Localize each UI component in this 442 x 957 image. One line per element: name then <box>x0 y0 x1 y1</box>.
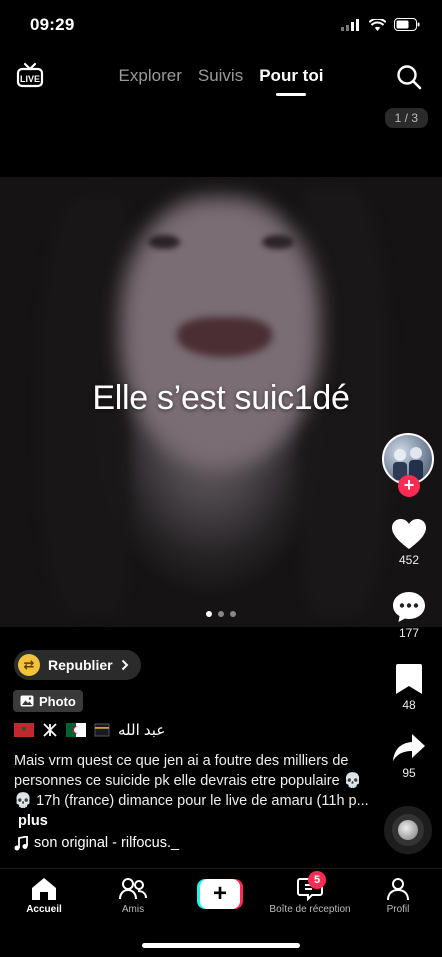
bookmark-icon <box>396 664 422 694</box>
comment-icon <box>393 592 425 622</box>
heart-icon <box>392 519 426 549</box>
carousel-dot[interactable] <box>230 611 236 617</box>
feed-tabs: Explorer Suivis Pour toi <box>0 66 442 86</box>
save-count: 48 <box>402 698 416 712</box>
battery-icon <box>394 18 420 31</box>
sound-disc-image <box>398 820 418 840</box>
tab-pour-toi[interactable]: Pour toi <box>259 66 323 86</box>
nav-friends-label: Amis <box>121 904 145 915</box>
inbox-icon-wrap: 5 <box>296 871 326 901</box>
comment-button[interactable]: 177 <box>382 591 436 640</box>
search-icon[interactable] <box>396 64 422 90</box>
nav-friends[interactable]: Amis <box>88 877 178 915</box>
nav-home-label: Accueil <box>26 904 62 915</box>
morocco-flag-icon <box>14 723 34 737</box>
create-button[interactable]: + <box>197 879 243 909</box>
caption-more-link[interactable]: plus <box>18 813 48 829</box>
post-photo[interactable]: Elle s’est suic1dé <box>0 177 442 627</box>
algeria-flag-icon <box>66 723 86 737</box>
sound-link[interactable]: son original - rilfocus._ <box>14 835 179 851</box>
comment-count: 177 <box>398 626 420 640</box>
nav-home[interactable]: Accueil <box>0 877 89 915</box>
share-count: 95 <box>402 766 416 780</box>
photo-tag-label: Photo <box>39 693 76 709</box>
music-note-icon <box>14 835 28 850</box>
amazigh-symbol-icon <box>43 723 57 737</box>
republish-label: Republier <box>48 657 113 673</box>
share-button[interactable]: 95 <box>382 733 436 780</box>
republish-icon: ⇄ <box>18 654 40 676</box>
plus-icon: + <box>200 879 240 909</box>
nav-profile-label: Profil <box>386 904 410 915</box>
carousel-dots <box>0 611 442 617</box>
photo-mouth <box>177 317 272 357</box>
like-button[interactable]: 452 <box>382 518 436 567</box>
save-button[interactable]: 48 <box>382 663 436 712</box>
follow-button[interactable]: + <box>398 475 420 497</box>
photo-eye-left <box>148 235 180 249</box>
top-nav: LIVE Explorer Suivis Pour toi <box>0 58 442 100</box>
share-arrow-icon <box>393 734 425 761</box>
friends-icon <box>119 878 147 900</box>
wifi-icon <box>369 18 386 31</box>
chevron-right-icon <box>121 659 128 671</box>
republish-button[interactable]: ⇄ Republier <box>14 650 141 680</box>
carousel-dot[interactable] <box>218 611 224 617</box>
creator-flags[interactable]: عبد الله <box>14 721 165 739</box>
image-icon <box>20 695 34 707</box>
sound-disc[interactable] <box>384 806 432 854</box>
nav-profile[interactable]: Profil <box>353 877 442 915</box>
tab-explorer[interactable]: Explorer <box>119 66 182 86</box>
status-icons <box>341 18 420 31</box>
sound-name: son original - rilfocus._ <box>34 835 180 851</box>
overlay-text: Elle s’est suic1dé <box>92 379 350 417</box>
like-count: 452 <box>398 553 420 567</box>
tab-suivis[interactable]: Suivis <box>198 66 243 86</box>
profile-icon <box>387 878 409 901</box>
nav-inbox[interactable]: 5 Boîte de réception <box>264 871 356 915</box>
status-bar: 09:29 <box>0 0 442 52</box>
photo-type-tag: Photo <box>13 690 83 712</box>
home-indicator <box>142 943 300 948</box>
creator-name: عبد الله <box>118 722 166 739</box>
photo-eye-right <box>262 235 294 249</box>
carousel-dot[interactable] <box>206 611 212 617</box>
home-icon <box>32 878 56 900</box>
nav-inbox-label: Boîte de réception <box>269 904 351 915</box>
status-time: 09:29 <box>30 15 75 34</box>
page-counter: 1 / 3 <box>384 108 428 128</box>
caption-text: Mais vrm quest ce que jen ai a foutre de… <box>14 753 369 809</box>
cellular-signal-icon <box>341 18 359 31</box>
inbox-badge: 5 <box>308 871 326 889</box>
post-caption[interactable]: Mais vrm quest ce que jen ai a foutre de… <box>14 751 369 831</box>
kaaba-icon <box>94 723 110 737</box>
